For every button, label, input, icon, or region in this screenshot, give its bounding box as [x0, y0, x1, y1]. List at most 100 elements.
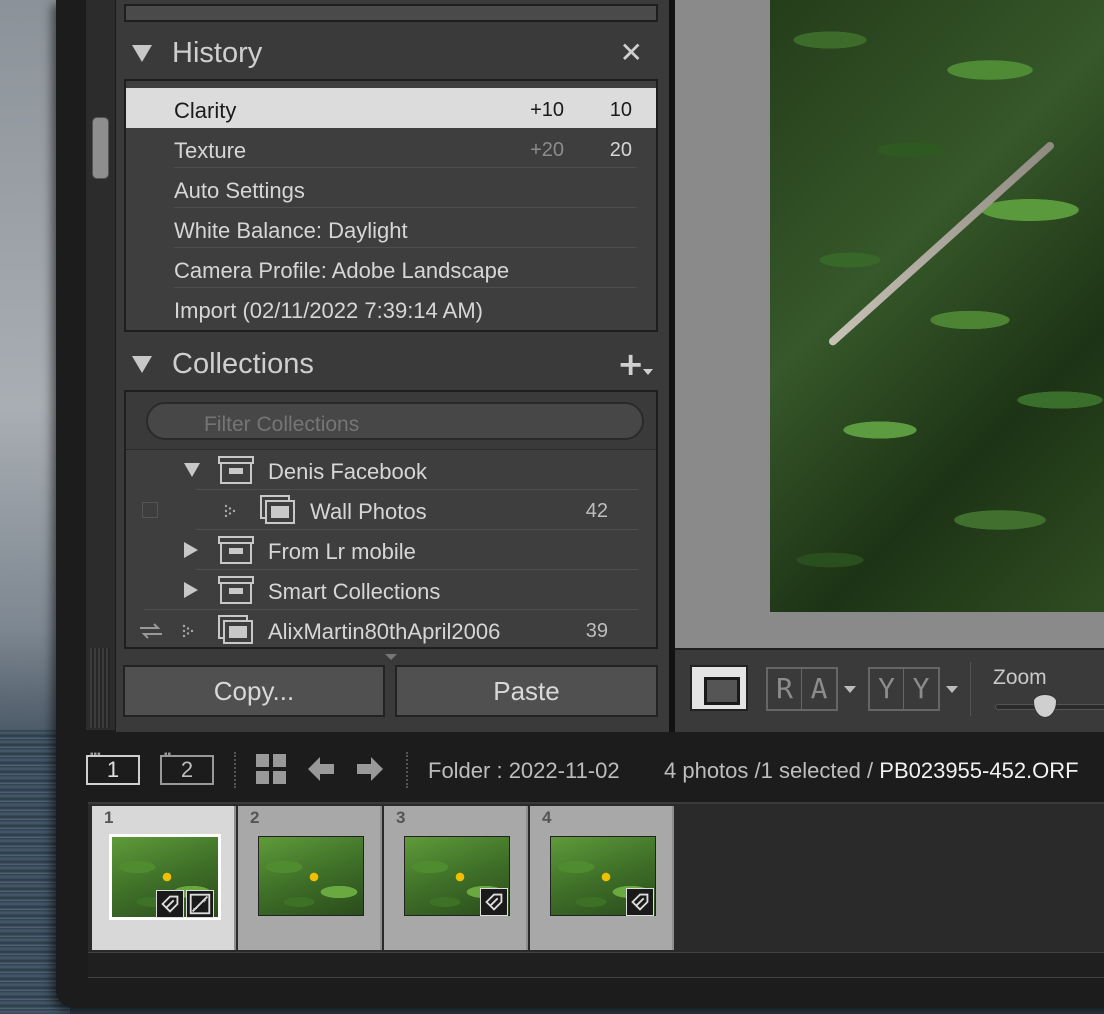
collection-count: 42	[585, 500, 608, 522]
collection-set-icon	[218, 576, 254, 604]
collection-set-smart-collections[interactable]: Smart Collections	[126, 570, 656, 610]
grid-icon[interactable]	[255, 753, 287, 785]
collection-icon	[260, 495, 295, 524]
thumb-index: 1	[104, 808, 114, 827]
history-item-value: 20	[609, 139, 632, 161]
selected-filename: PB023955-452.ORF	[879, 758, 1079, 783]
collection-count: 39	[585, 620, 608, 642]
history-item-clarity[interactable]: Clarity +10 10	[126, 88, 656, 128]
panel-resize-grip[interactable]	[90, 648, 110, 728]
history-item-texture[interactable]: Texture +20 20	[126, 128, 656, 168]
history-item-label: Camera Profile: Adobe Landscape	[174, 258, 510, 283]
toolbar-divider	[970, 662, 971, 716]
filmstrip-separator	[234, 752, 236, 788]
selection-count-label: 4 photos /1 selected / PB023955-452.ORF	[664, 758, 1079, 784]
history-item-white-balance[interactable]: White Balance: Daylight	[126, 208, 656, 248]
arrow-left-icon[interactable]	[307, 755, 335, 783]
expand-triangle-icon[interactable]	[184, 542, 198, 558]
filmstrip-thumb[interactable]: 3	[384, 806, 528, 950]
thumb-image	[258, 836, 364, 916]
history-item-label: Texture	[174, 138, 247, 163]
collection-set-from-lr-mobile[interactable]: From Lr mobile	[126, 530, 656, 570]
history-item-camera-profile[interactable]: Camera Profile: Adobe Landscape	[126, 248, 656, 288]
history-item-label: Import (02/11/2022 7:39:14 AM)	[174, 298, 483, 323]
history-item-label: Auto Settings	[174, 178, 305, 203]
collection-name: AlixMartin80thApril2006	[268, 619, 501, 644]
chevron-down-icon[interactable]	[844, 686, 856, 693]
collection-name: Denis Facebook	[268, 459, 427, 484]
filmstrip-scrollbar[interactable]	[88, 952, 1104, 978]
collapse-triangle-icon[interactable]	[132, 44, 152, 62]
left-panel-scrollbar[interactable]	[86, 0, 116, 730]
history-item-delta: +20	[530, 139, 564, 161]
history-item-import[interactable]: Import (02/11/2022 7:39:14 AM)	[126, 288, 656, 328]
history-item-delta: +10	[530, 99, 564, 121]
main-monitor-button[interactable]: ▪▪▪ 1	[86, 750, 140, 785]
thumb-index: 4	[542, 808, 552, 827]
expand-triangle-icon[interactable]	[184, 582, 198, 598]
collection-name: From Lr mobile	[268, 539, 416, 564]
collection-set-denis-facebook[interactable]: Denis Facebook	[126, 450, 656, 490]
history-item-label: White Balance: Daylight	[174, 218, 408, 243]
copy-button[interactable]: Copy...	[123, 665, 385, 717]
collection-wall-photos[interactable]: Wall Photos 42	[126, 490, 656, 530]
sync-icon[interactable]	[138, 622, 164, 640]
dotted-arrow-icon	[182, 624, 194, 638]
edited-badge-icon[interactable]	[626, 888, 654, 916]
thumb-index: 3	[396, 808, 406, 827]
svg-text:+: +	[202, 895, 207, 905]
collection-set-icon	[218, 456, 254, 484]
develop-badge-icon[interactable]: + −	[186, 890, 214, 918]
panel-end-marker-icon	[385, 654, 397, 660]
history-list: Clarity +10 10 Texture +20 20 Auto Setti…	[124, 79, 658, 332]
edited-badge-icon[interactable]	[480, 888, 508, 916]
collections-header[interactable]: Collections +	[116, 339, 669, 389]
before-after-yy-button[interactable]: Y Y	[868, 667, 940, 711]
target-checkbox[interactable]	[142, 502, 158, 518]
close-x-icon[interactable]: ✕	[620, 36, 643, 69]
expand-triangle-icon[interactable]	[184, 463, 200, 477]
secondary-monitor-button[interactable]: ▪▪ 2	[160, 750, 214, 785]
collection-icon	[218, 615, 253, 644]
selection-count: 4 photos /1 selected /	[664, 758, 874, 783]
paste-button[interactable]: Paste	[395, 665, 658, 717]
filter-bar	[126, 392, 656, 450]
arrow-right-icon[interactable]	[356, 755, 384, 783]
zoom-label: Zoom	[993, 666, 1047, 689]
thumb-index: 2	[250, 808, 260, 827]
filmstrip-separator	[406, 752, 408, 788]
photo-preview[interactable]	[770, 0, 1104, 612]
monitor-number: 2	[180, 757, 194, 782]
filmstrip-thumb[interactable]: 1 + −	[92, 806, 236, 950]
collection-set-icon	[218, 536, 254, 564]
edited-badge-icon[interactable]	[156, 890, 184, 918]
before-after-ra-button[interactable]: R A	[766, 667, 838, 711]
collection-name: Wall Photos	[310, 499, 427, 524]
filmstrip-thumb[interactable]: 4	[530, 806, 674, 950]
collection-alixmartin[interactable]: AlixMartin80thApril2006 39	[126, 610, 656, 647]
compare-r-glyph: R	[768, 669, 802, 709]
scrollbar-thumb[interactable]	[92, 117, 109, 179]
navigator-panel-edge	[124, 4, 658, 22]
collections-list: Denis Facebook Wall Photos 42 From Lr mo…	[124, 390, 658, 649]
compare-y-glyph: Y	[912, 672, 930, 705]
collections-title: Collections	[172, 347, 314, 380]
svg-text:−: −	[193, 903, 198, 913]
compare-a-glyph: A	[810, 672, 828, 705]
loupe-view-button[interactable]	[690, 665, 748, 711]
plus-icon[interactable]: +	[617, 345, 653, 383]
collection-name: Smart Collections	[268, 579, 441, 604]
filter-collections-input[interactable]	[146, 402, 644, 440]
folder-source-label[interactable]: Folder : 2022-11-02	[428, 758, 620, 784]
monitor-number: 1	[106, 757, 120, 782]
history-title: History	[172, 36, 263, 69]
history-item-label: Clarity	[174, 98, 237, 123]
history-header[interactable]: History ✕	[116, 28, 669, 78]
history-item-auto-settings[interactable]: Auto Settings	[126, 168, 656, 208]
collapse-triangle-icon[interactable]	[132, 355, 152, 373]
compare-y-glyph: Y	[870, 669, 904, 709]
history-item-value: 10	[609, 99, 632, 121]
filmstrip-thumb[interactable]: 2	[238, 806, 382, 950]
dotted-arrow-icon	[224, 504, 236, 518]
chevron-down-icon[interactable]	[946, 686, 958, 693]
